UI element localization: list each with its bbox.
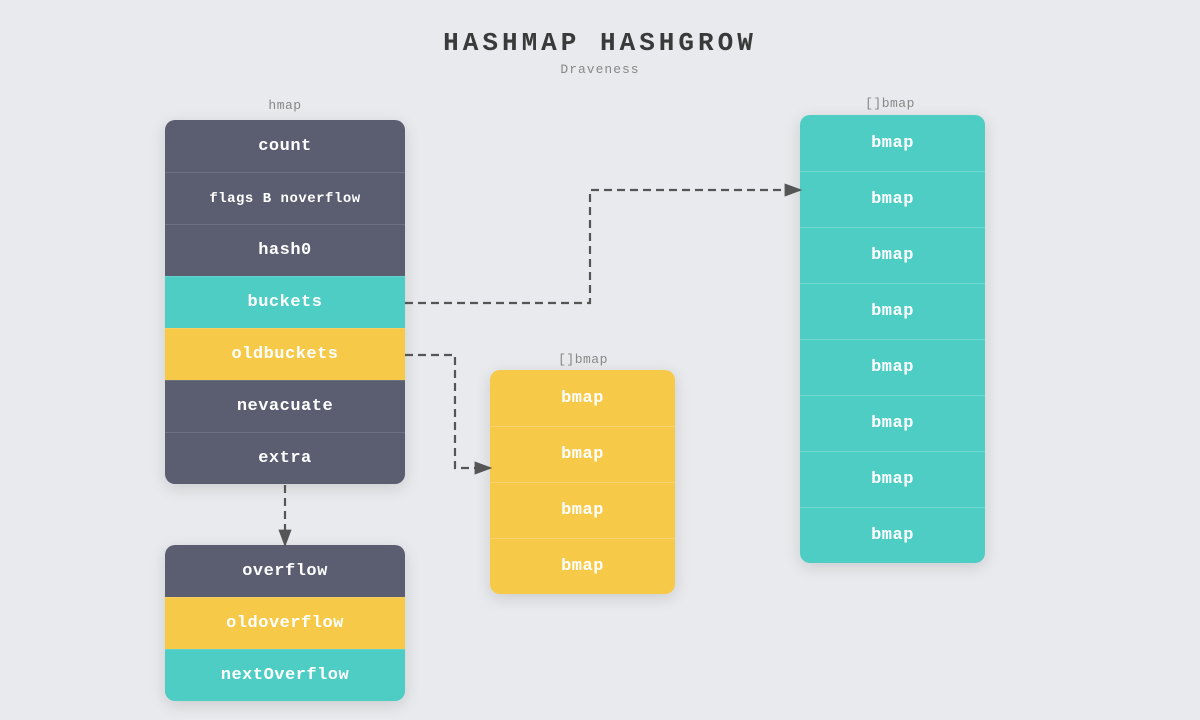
bmap-teal-row-4: bmap [800, 339, 985, 395]
oldbuckets-arrow [405, 355, 490, 468]
bmap-teal-card: bmapbmapbmapbmapbmapbmapbmapbmap [800, 115, 985, 563]
bmap-teal-row-2: bmap [800, 227, 985, 283]
bmap-yellow-label: []bmap [528, 352, 638, 367]
hmap-row-6: extra [165, 432, 405, 484]
bmap-yellow-row-0: bmap [490, 370, 675, 426]
bmap-yellow-card: bmapbmapbmapbmap [490, 370, 675, 594]
bmap-teal-row-1: bmap [800, 171, 985, 227]
bmap-yellow-row-3: bmap [490, 538, 675, 594]
bmap-teal-row-0: bmap [800, 115, 985, 171]
hmap-row-4: oldbuckets [165, 328, 405, 380]
hmap-row-3: buckets [165, 276, 405, 328]
bmap-yellow-row-1: bmap [490, 426, 675, 482]
buckets-arrow [405, 190, 800, 303]
mapextra-row-1: oldoverflow [165, 597, 405, 649]
hmap-row-0: count [165, 120, 405, 172]
hmap-row-1: flags B noverflow [165, 172, 405, 224]
page-subtitle: Draveness [0, 62, 1200, 77]
mapextra-row-2: nextOverflow [165, 649, 405, 701]
hmap-card: countflags B noverflowhash0bucketsoldbuc… [165, 120, 405, 484]
hmap-row-2: hash0 [165, 224, 405, 276]
mapextra-row-0: overflow [165, 545, 405, 597]
bmap-teal-row-7: bmap [800, 507, 985, 563]
hmap-label: hmap [245, 98, 325, 113]
mapextra-card: overflowoldoverflownextOverflow [165, 545, 405, 701]
hmap-row-5: nevacuate [165, 380, 405, 432]
bmap-teal-row-6: bmap [800, 451, 985, 507]
bmap-teal-row-5: bmap [800, 395, 985, 451]
bmap-teal-row-3: bmap [800, 283, 985, 339]
diagram: hmap countflags B noverflowhash0bucketso… [0, 90, 1200, 720]
bmap-yellow-row-2: bmap [490, 482, 675, 538]
page-title: HASHMAP HASHGROW [0, 0, 1200, 58]
bmap-teal-label: []bmap [840, 96, 940, 111]
